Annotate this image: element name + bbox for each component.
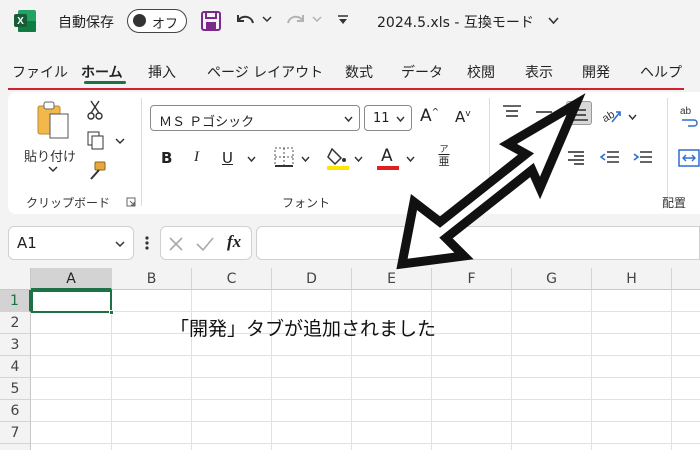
compat-mode: 互換モード [463,15,534,31]
grid-line [31,399,700,400]
alignment-group-label: 配置 [662,196,687,210]
title-bar: X 自動保存 オフ 2024.5.xls - 互換モード [0,0,700,42]
tab-data[interactable]: データ [401,62,443,82]
fill-color-icon[interactable] [326,145,350,171]
highlight-underline [8,88,684,90]
tab-help[interactable]: ヘルプ [640,62,682,82]
cut-icon[interactable] [87,100,103,120]
redo-icon[interactable] [284,9,308,33]
format-painter-icon[interactable] [86,160,108,182]
toggle-state: オフ [152,17,179,32]
active-cell[interactable] [31,290,112,313]
row-header[interactable]: 5 [0,378,31,400]
grid-line [671,290,672,450]
font-group-label: フォント [282,196,331,210]
row-header[interactable]: 3 [0,334,31,356]
merge-center-icon[interactable] [678,148,700,168]
select-all-corner[interactable] [0,268,31,290]
font-name-value: ＭＳ Ｐゴシック [159,115,255,130]
wrap-text-icon[interactable]: ab [678,104,700,130]
chevron-down-icon[interactable] [548,16,559,25]
annotation-text: 「開発」タブが追加されました [170,318,437,340]
column-header[interactable]: C [192,268,272,290]
grid-line [591,290,592,450]
autosave-toggle[interactable]: オフ [127,9,187,33]
underline-dropdown-icon[interactable] [247,155,256,163]
tab-file[interactable]: ファイル [12,62,68,82]
clipboard-launcher-icon[interactable] [126,197,136,207]
name-box-value: A1 [17,234,37,252]
copy-icon[interactable] [86,130,106,150]
grid-line [511,290,512,450]
italic-button[interactable]: I [194,149,199,166]
orientation-icon[interactable]: ab [600,106,622,126]
column-header[interactable]: H [592,268,672,290]
active-tab-indicator [84,81,126,84]
tab-review[interactable]: 校閲 [467,62,495,82]
font-name-select[interactable]: ＭＳ Ｐゴシック [150,105,360,131]
insert-function-icon[interactable]: fx [227,232,241,252]
borders-dropdown-icon[interactable] [301,155,310,163]
bold-button[interactable]: B [161,149,172,167]
name-box[interactable]: A1 [8,226,134,260]
column-header[interactable] [672,268,700,290]
more-options-icon[interactable] [144,234,150,252]
chevron-down-icon [344,116,353,123]
paste-icon[interactable] [34,100,74,142]
fill-handle[interactable] [109,310,114,315]
decrease-indent-icon[interactable] [599,150,621,166]
row-header[interactable]: 7 [0,422,31,444]
cancel-icon[interactable] [167,235,185,253]
borders-icon[interactable] [273,146,295,168]
undo-icon[interactable] [233,9,257,33]
file-name: 2024.5.xls [377,15,450,31]
grid-line [31,355,700,356]
chevron-down-icon [115,241,125,248]
toggle-knob [133,14,146,27]
tab-developer[interactable]: 開発 [582,62,610,82]
paste-label[interactable]: 貼り付け [24,146,76,165]
tab-view[interactable]: 表示 [525,62,553,82]
grid-line [31,311,700,312]
row-header[interactable] [0,444,31,450]
grid-line [31,421,700,422]
increase-indent-icon[interactable] [632,150,654,166]
annotation-arrow-icon [396,93,586,270]
svg-text:ab: ab [600,109,617,126]
group-divider [667,98,668,206]
clipboard-group-label: クリップボード [26,196,111,210]
column-header[interactable]: B [112,268,192,290]
file-title[interactable]: 2024.5.xls - 互換モード [377,12,534,32]
customize-toolbar-icon[interactable] [336,13,350,27]
enter-check-icon[interactable] [195,235,215,253]
underline-button[interactable]: U [222,149,233,167]
svg-text:ab: ab [680,106,692,117]
excel-logo-icon: X [14,10,36,32]
tab-home[interactable]: ホーム [81,62,123,82]
orientation-dropdown-icon[interactable] [628,113,637,121]
tab-insert[interactable]: 挿入 [148,62,176,82]
formula-buttons: fx [160,226,252,260]
copy-dropdown-icon[interactable] [115,137,125,145]
column-header[interactable]: D [272,268,352,290]
paste-dropdown-icon[interactable] [48,165,58,173]
redo-dropdown-icon[interactable] [312,14,322,24]
fill-color-dropdown-icon[interactable] [354,155,363,163]
svg-text:X: X [17,16,24,27]
row-header[interactable]: 6 [0,400,31,422]
group-divider [141,98,142,206]
autosave-label: 自動保存 [58,15,114,31]
save-icon[interactable] [200,10,222,32]
undo-dropdown-icon[interactable] [262,14,272,24]
row-header[interactable]: 4 [0,356,31,378]
grid-line [31,377,700,378]
row-header[interactable]: 1 [0,290,31,312]
grid-line [31,443,700,444]
tab-page-layout[interactable]: ページ レイアウト [207,62,323,82]
tab-formulas[interactable]: 数式 [345,62,373,82]
column-header[interactable]: A [31,268,112,290]
row-header[interactable]: 2 [0,312,31,334]
